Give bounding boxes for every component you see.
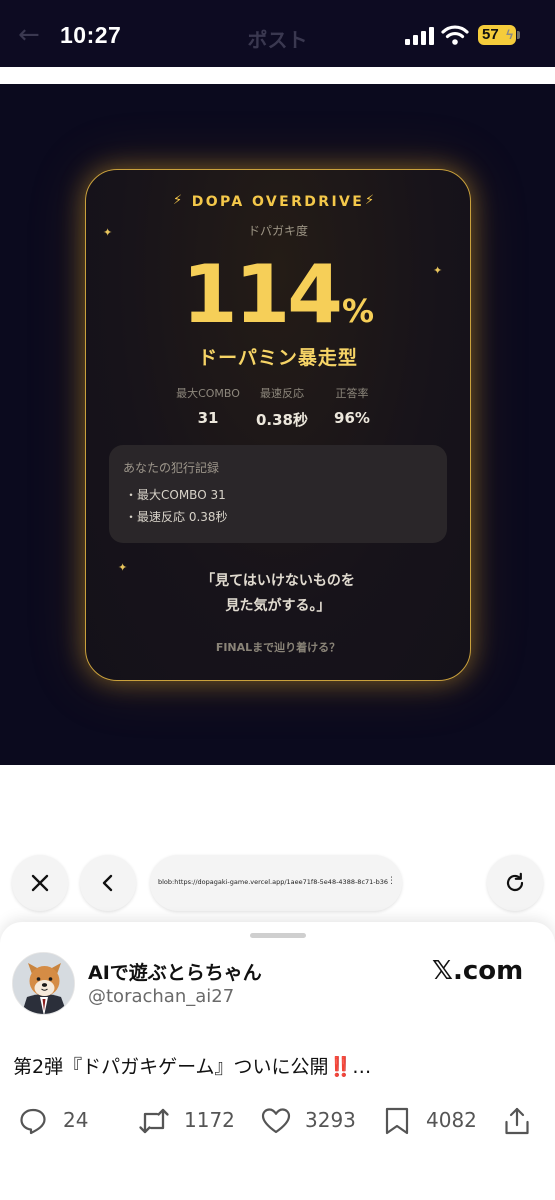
- action-bar: 24 1172 3293 4082: [0, 1104, 555, 1138]
- stat-label: 最速反応: [260, 387, 304, 400]
- charging-bolt-icon: ϟ: [506, 27, 513, 42]
- record-item: ・最速反応 0.38秒: [125, 510, 228, 524]
- share-icon: [505, 1107, 529, 1135]
- result-card: ⚡ ⚡ DOPA OVERDRIVE ドパガキ度 ✦ ✦ ✦ 114% ドーパミ…: [85, 169, 471, 681]
- close-icon: [31, 874, 49, 892]
- sparkle-icon: ✦: [103, 226, 113, 239]
- record-item: ・最大COMBO 31: [125, 488, 226, 502]
- signal-icon: [405, 27, 435, 45]
- sheet-grabber[interactable]: [250, 933, 306, 938]
- card-subtitle: ドパガキ度: [247, 224, 308, 238]
- author-handle[interactable]: @torachan_ai27: [88, 986, 234, 1007]
- bookmark-icon: [385, 1107, 409, 1135]
- card-footer: FINALまで辿り着ける？: [215, 641, 341, 654]
- chevron-left-icon: [102, 874, 113, 892]
- double-exclamation-icon: ‼️: [328, 1056, 353, 1078]
- repost-button[interactable]: 1172: [137, 1104, 237, 1138]
- site-label[interactable]: 𝕏.com: [432, 956, 523, 986]
- back-button[interactable]: [80, 855, 136, 911]
- stat-fastest-reaction: 最速反応 0.38秒: [242, 385, 322, 430]
- battery-level: 57: [482, 26, 499, 43]
- author-name[interactable]: AIで遊ぶとらちゃん: [88, 958, 262, 985]
- stat-accuracy: 正答率 96%: [312, 385, 392, 427]
- like-count: 3293: [305, 1108, 356, 1132]
- repost-icon: [139, 1108, 169, 1134]
- avatar[interactable]: [12, 952, 75, 1015]
- more-icon[interactable]: ⋮: [387, 876, 396, 886]
- record-box: あなたの犯行記録 ・最大COMBO 31 ・最速反応 0.38秒: [109, 445, 447, 543]
- post-sheet: AIで遊ぶとらちゃん @torachan_ai27 𝕏.com 第2弾『ドパガキ…: [0, 922, 555, 1200]
- quote-line: 見た気がする。」: [225, 598, 331, 614]
- post-ellipsis: …: [352, 1056, 372, 1078]
- record-title: あなたの犯行記録: [123, 461, 220, 475]
- address-bar[interactable]: blob:https://dopagaki-game.vercel.app/1a…: [150, 855, 402, 911]
- reload-button[interactable]: [487, 855, 543, 911]
- quote-line: 「見てはいけないものを: [201, 573, 355, 589]
- battery-tip: [517, 31, 520, 39]
- shiba-dog-icon: [13, 953, 74, 1014]
- heart-icon: [261, 1108, 291, 1134]
- close-button[interactable]: [12, 855, 68, 911]
- divider: [0, 67, 555, 84]
- like-button[interactable]: 3293: [260, 1104, 370, 1138]
- stat-value: 31: [197, 409, 219, 427]
- post-body: 第2弾『ドパガキゲーム』ついに公開: [13, 1056, 329, 1078]
- repost-count: 1172: [184, 1108, 235, 1132]
- status-bar: ← ポスト 10:27 57 ϟ: [0, 0, 555, 67]
- dopa-score: 114%: [86, 248, 470, 341]
- card-title: DOPA OVERDRIVE: [191, 194, 365, 210]
- url-text: blob:https://dopagaki-game.vercel.app/1a…: [158, 878, 388, 886]
- score-value: 114: [181, 248, 343, 341]
- reload-icon: [506, 872, 524, 892]
- stat-value: 0.38秒: [255, 411, 308, 429]
- stats-row: 最大COMBO 31 最速反応 0.38秒 正答率 96%: [174, 385, 384, 435]
- stat-label: 正答率: [335, 387, 369, 400]
- result-type: ドーパミン暴走型: [198, 347, 358, 369]
- status-time: 10:27: [60, 22, 122, 48]
- bookmark-count: 4082: [426, 1108, 477, 1132]
- bookmark-button[interactable]: 4082: [383, 1104, 493, 1138]
- stat-max-combo: 最大COMBO 31: [168, 385, 248, 427]
- stat-value: 96%: [334, 409, 370, 427]
- reply-icon: [20, 1108, 46, 1135]
- battery-icon: 57 ϟ: [478, 25, 516, 45]
- game-result-area: ⚡ ⚡ DOPA OVERDRIVE ドパガキ度 ✦ ✦ ✦ 114% ドーパミ…: [0, 84, 555, 765]
- share-button[interactable]: [503, 1104, 533, 1138]
- reply-count: 24: [63, 1108, 89, 1132]
- post-text[interactable]: 第2弾『ドパガキゲーム』ついに公開‼️…: [13, 1052, 371, 1079]
- score-unit: %: [341, 292, 375, 330]
- stat-label: 最大COMBO: [176, 387, 240, 400]
- wifi-icon: [441, 25, 469, 45]
- reply-button[interactable]: 24: [18, 1104, 98, 1138]
